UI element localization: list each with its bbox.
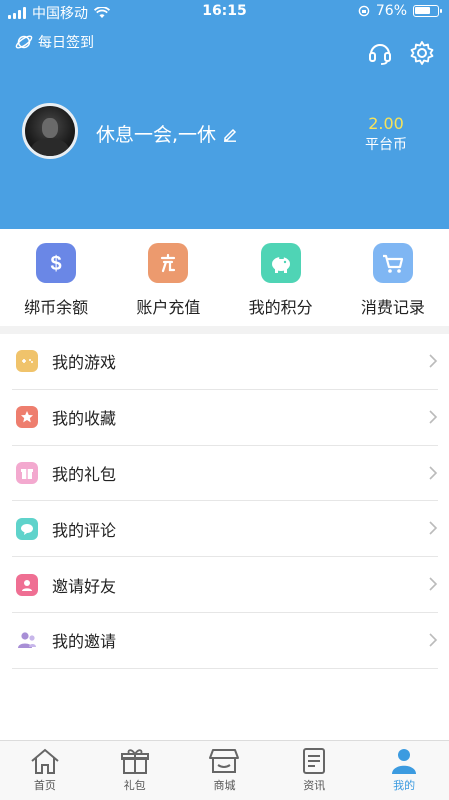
- tab-label: 资讯: [303, 779, 326, 792]
- gear-icon[interactable]: [409, 40, 435, 66]
- store-icon: [209, 749, 240, 773]
- chevron-right-icon: [429, 577, 438, 591]
- quick-action-label: 账户充值: [136, 298, 201, 317]
- menu-item-label: 我的收藏: [52, 409, 117, 429]
- tab-mine[interactable]: 我的: [359, 741, 449, 800]
- avatar[interactable]: [22, 103, 78, 159]
- chevron-right-icon: [429, 410, 438, 424]
- balance-amount: 2.00: [368, 114, 404, 133]
- menu-item-my-games[interactable]: 我的游戏: [12, 334, 438, 390]
- chevron-right-icon: [429, 521, 438, 535]
- gift-icon: [120, 749, 149, 774]
- rotation-lock-icon: [358, 5, 370, 17]
- quick-action-consumption-record[interactable]: 消费记录: [337, 229, 449, 326]
- section-divider: [0, 326, 449, 334]
- menu-item-label: 我的评论: [52, 520, 117, 540]
- menu-list: 我的游戏 我的收藏 我的礼包 我的评论 邀请好友 我的邀请: [12, 334, 438, 669]
- tab-label: 首页: [33, 779, 56, 792]
- menu-item-my-invitations[interactable]: 我的邀请: [12, 613, 438, 669]
- star-icon: [16, 406, 38, 429]
- battery-percent: 76%: [375, 3, 407, 19]
- edit-pencil-icon[interactable]: [222, 126, 238, 142]
- menu-item-my-gifts[interactable]: 我的礼包: [12, 446, 438, 502]
- menu-item-label: 我的游戏: [52, 353, 117, 373]
- tab-gifts[interactable]: 礼包: [90, 741, 180, 800]
- quick-action-label: 绑币余额: [24, 298, 89, 317]
- quick-action-recharge[interactable]: 账户充值: [112, 229, 224, 326]
- cart-icon: [372, 243, 413, 283]
- tab-label: 我的: [393, 779, 416, 792]
- nickname-text: 休息一会,一休: [96, 124, 217, 146]
- menu-item-label: 我的邀请: [52, 632, 117, 652]
- menu-item-invite-friends[interactable]: 邀请好友: [12, 557, 438, 613]
- users-icon: [16, 629, 38, 651]
- tab-store[interactable]: 商城: [180, 741, 270, 800]
- quick-actions: $ 绑币余额 账户充值 我的积分 消费记录: [0, 229, 449, 326]
- bottom-tab-bar: 首页 礼包 商城 资讯 我的: [0, 740, 449, 800]
- battery-icon: [413, 5, 442, 17]
- chevron-right-icon: [429, 354, 438, 368]
- quick-action-label: 我的积分: [248, 298, 313, 317]
- tab-news[interactable]: 资讯: [269, 741, 359, 800]
- tab-label: 礼包: [123, 779, 146, 792]
- tab-home[interactable]: 首页: [0, 741, 90, 800]
- status-bar: 中国移动 16:15 76%: [0, 0, 449, 24]
- chevron-right-icon: [429, 633, 438, 647]
- menu-item-my-comments[interactable]: 我的评论: [12, 501, 438, 558]
- quick-action-bind-balance[interactable]: $ 绑币余额: [0, 229, 112, 326]
- invite-friend-icon: [16, 573, 38, 596]
- home-icon: [31, 748, 59, 774]
- gamepad-icon: [16, 350, 38, 373]
- comment-icon: [16, 517, 38, 540]
- quick-action-points[interactable]: 我的积分: [225, 229, 337, 326]
- balance-label: 平台币: [365, 137, 407, 153]
- dollar-icon: $: [36, 243, 77, 283]
- daily-checkin-label: 每日签到: [38, 35, 94, 51]
- platform-coin-balance[interactable]: 2.00 平台币: [365, 114, 407, 154]
- planet-icon: [15, 35, 33, 49]
- menu-item-label: 我的礼包: [52, 464, 117, 484]
- user-icon: [392, 749, 417, 774]
- menu-item-label: 邀请好友: [52, 576, 117, 596]
- headset-icon[interactable]: [367, 40, 393, 66]
- menu-item-my-favorites[interactable]: 我的收藏: [12, 390, 438, 446]
- news-icon: [303, 748, 326, 774]
- gift-icon: [16, 461, 38, 484]
- piggy-bank-icon: [260, 243, 301, 283]
- svg-text:$: $: [51, 253, 62, 275]
- nickname[interactable]: 休息一会,一休: [96, 120, 238, 147]
- profile-header: 中国移动 16:15 76% 每日签到 休息一会,一休 2.00 平台币: [0, 0, 449, 229]
- tab-label: 商城: [213, 779, 236, 792]
- chevron-right-icon: [429, 466, 438, 480]
- recharge-icon: [148, 243, 189, 283]
- daily-checkin-button[interactable]: 每日签到: [14, 32, 94, 52]
- quick-action-label: 消费记录: [360, 298, 425, 317]
